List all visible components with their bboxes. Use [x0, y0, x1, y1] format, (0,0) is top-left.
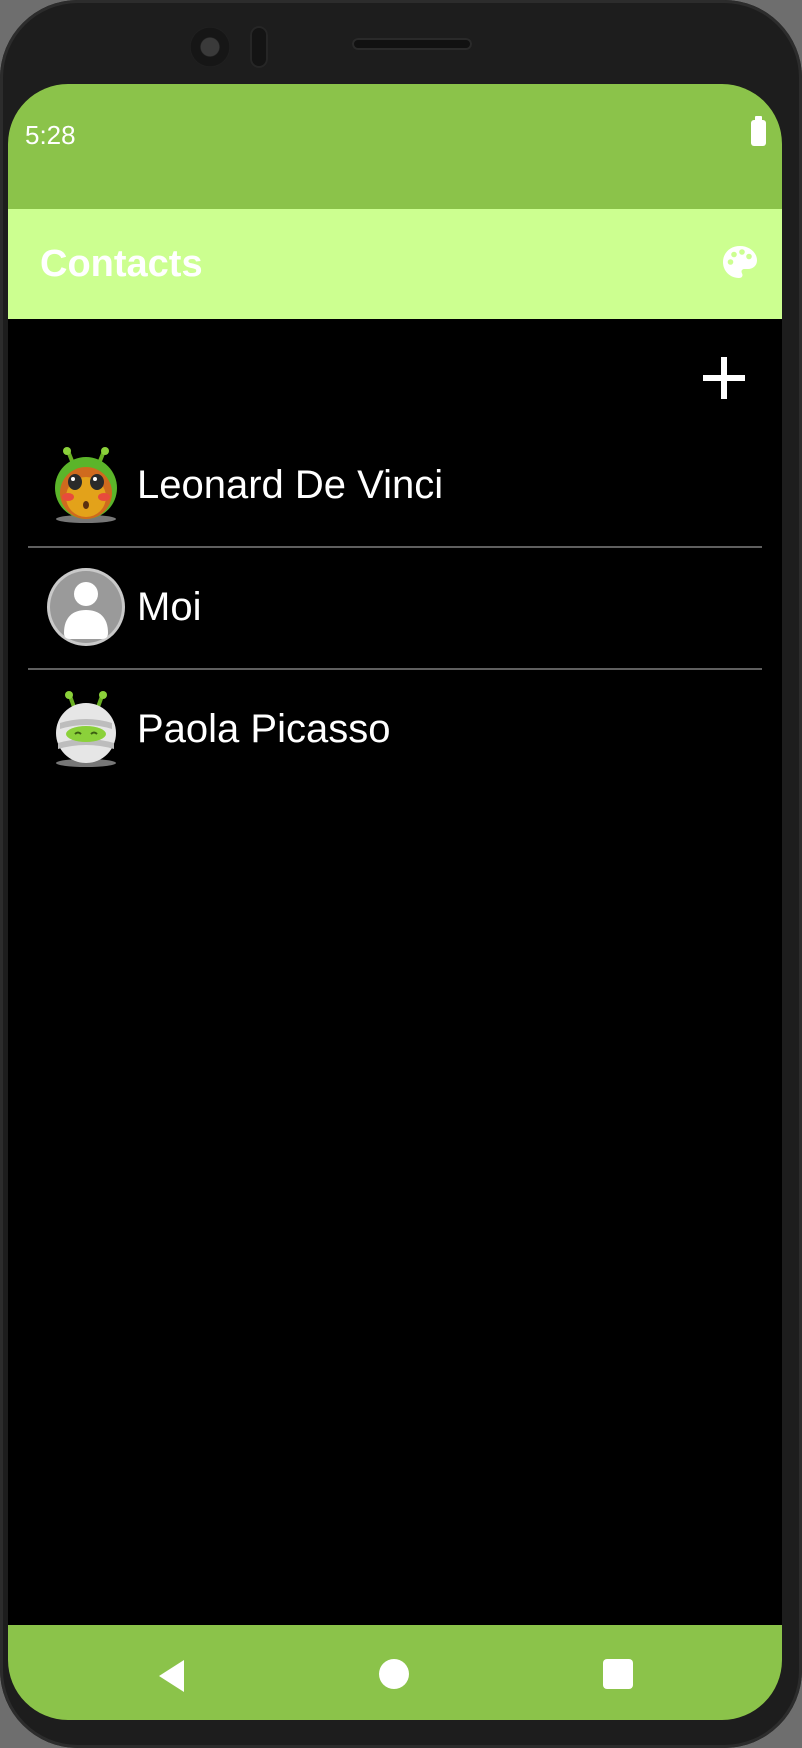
screen: 5:28 Contacts Leonard De Vinci Moi Paola… — [8, 84, 782, 1720]
alien-mummy-avatar-icon — [46, 689, 126, 769]
alien-blushing-avatar-icon — [46, 445, 126, 525]
app-bar: Contacts — [8, 209, 782, 319]
home-circle-icon[interactable] — [379, 1659, 409, 1689]
contact-name: Moi — [137, 585, 202, 629]
navigation-bar — [8, 1625, 782, 1720]
contact-name: Paola Picasso — [137, 707, 391, 751]
default-person-avatar-icon — [46, 567, 126, 647]
recents-square-icon[interactable] — [603, 1659, 633, 1689]
contacts-screen: Leonard De Vinci Moi Paola Picasso — [8, 319, 782, 1625]
palette-icon[interactable] — [720, 243, 760, 283]
contact-row-paola[interactable]: Paola Picasso — [28, 670, 762, 790]
earpiece-speaker — [352, 38, 472, 50]
battery-full-icon — [751, 116, 766, 146]
phone-frame: 5:28 Contacts Leonard De Vinci Moi Paola… — [0, 0, 802, 1748]
plus-icon[interactable] — [700, 354, 748, 402]
contact-row-leonard[interactable]: Leonard De Vinci — [28, 426, 762, 548]
back-triangle-icon[interactable] — [153, 1656, 193, 1696]
status-time: 5:28 — [25, 120, 76, 150]
contact-name: Leonard De Vinci — [137, 463, 444, 507]
front-camera — [190, 27, 230, 67]
status-bar: 5:28 — [8, 84, 782, 209]
contact-list: Leonard De Vinci Moi Paola Picasso — [28, 426, 762, 790]
contact-row-moi[interactable]: Moi — [28, 548, 762, 670]
page-title: Contacts — [40, 243, 203, 285]
proximity-sensor — [250, 26, 268, 68]
